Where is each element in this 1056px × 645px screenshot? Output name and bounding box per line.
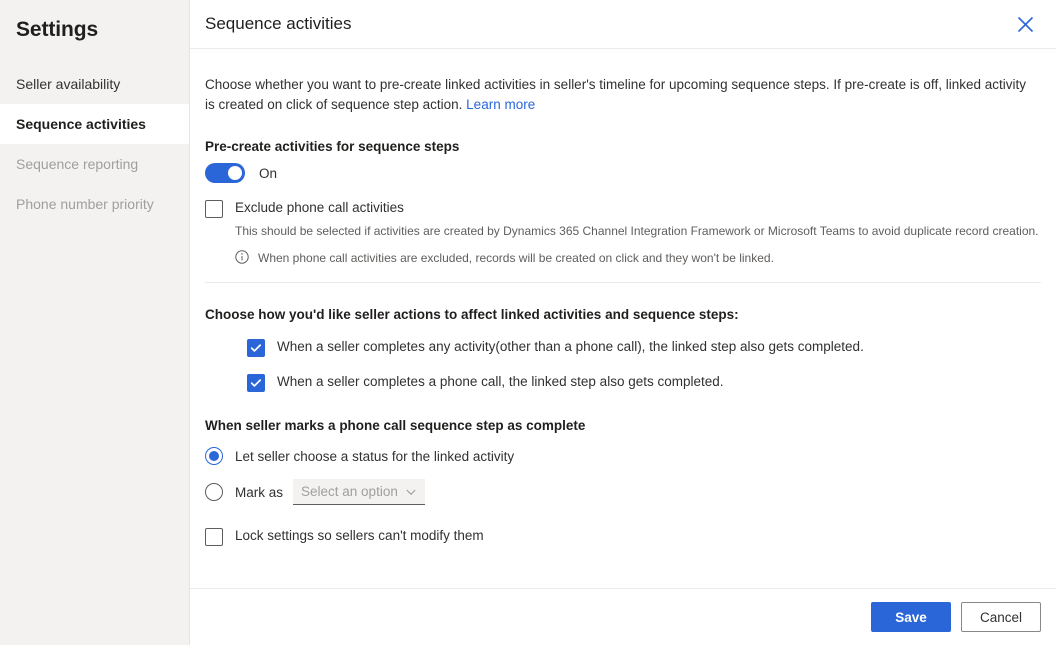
exclude-phone-call-checkbox[interactable] xyxy=(205,200,223,218)
precreate-toggle-row: On xyxy=(205,163,1041,183)
chevron-down-icon xyxy=(406,489,416,495)
panel-description-text: Choose whether you want to pre-create li… xyxy=(205,77,1026,112)
radio-let-seller-choose-label: Let seller choose a status for the linke… xyxy=(235,448,515,464)
checkmark-icon xyxy=(250,344,262,352)
page-title: Sequence activities xyxy=(205,14,352,33)
close-button[interactable] xyxy=(1009,8,1041,40)
seller-action-any-activity-checkbox[interactable] xyxy=(247,339,265,357)
sidebar-item-sequence-activities[interactable]: Sequence activities xyxy=(0,104,189,144)
exclude-phone-call-description: This should be selected if activities ar… xyxy=(235,224,1039,238)
phone-complete-mark-as-row: Mark as Select an option xyxy=(205,479,1041,505)
info-icon xyxy=(235,250,249,264)
exclude-phone-call-label: Exclude phone call activities xyxy=(235,200,404,215)
precreate-toggle[interactable] xyxy=(205,163,245,183)
lock-settings-checkbox[interactable] xyxy=(205,528,223,546)
section-divider xyxy=(205,282,1041,283)
panel-description: Choose whether you want to pre-create li… xyxy=(205,75,1031,115)
precreate-label: Pre-create activities for sequence steps xyxy=(205,139,460,154)
settings-main-panel: Sequence activities Choose whether you w… xyxy=(190,0,1056,645)
panel-header: Sequence activities xyxy=(190,0,1056,49)
lock-settings-label: Lock settings so sellers can't modify th… xyxy=(235,528,484,543)
lock-settings-row: Lock settings so sellers can't modify th… xyxy=(205,527,1041,546)
radio-mark-as[interactable] xyxy=(205,483,223,501)
panel-content: Choose whether you want to pre-create li… xyxy=(190,75,1056,546)
seller-actions-heading: Choose how you'd like seller actions to … xyxy=(205,307,739,322)
sidebar-item-label: Phone number priority xyxy=(16,196,154,212)
exclude-phone-call-row: Exclude phone call activities xyxy=(205,199,1041,218)
learn-more-link[interactable]: Learn more xyxy=(466,97,535,112)
seller-action-option-row: When a seller completes a phone call, th… xyxy=(247,373,1041,392)
sidebar-item-label: Seller availability xyxy=(16,76,121,92)
seller-action-option-label: When a seller completes a phone call, th… xyxy=(277,374,724,389)
mark-as-dropdown[interactable]: Select an option xyxy=(293,479,426,505)
seller-action-option-row: When a seller completes any activity(oth… xyxy=(247,338,1041,357)
mark-as-dropdown-value: Select an option xyxy=(301,484,398,499)
save-button[interactable]: Save xyxy=(871,602,951,632)
close-icon xyxy=(1017,16,1033,32)
toggle-knob xyxy=(228,166,242,180)
exclude-info-row: When phone call activities are excluded,… xyxy=(235,250,1041,266)
sidebar-item-seller-availability[interactable]: Seller availability xyxy=(0,64,189,104)
radio-let-seller-choose[interactable] xyxy=(205,447,223,465)
sidebar-item-label: Sequence activities xyxy=(16,116,146,132)
seller-action-phone-call-checkbox[interactable] xyxy=(247,374,265,392)
sidebar-title: Settings xyxy=(16,18,99,41)
checkmark-icon xyxy=(250,379,262,387)
precreate-toggle-state: On xyxy=(259,165,278,181)
phone-complete-let-seller-row: Let seller choose a status for the linke… xyxy=(205,447,1041,465)
sidebar-item-phone-number-priority[interactable]: Phone number priority xyxy=(0,184,189,224)
sidebar-item-label: Sequence reporting xyxy=(16,156,139,172)
dialog-footer: Save Cancel xyxy=(190,588,1056,645)
settings-sidebar: Settings Seller availability Sequence ac… xyxy=(0,0,190,645)
phone-complete-heading: When seller marks a phone call sequence … xyxy=(205,418,586,433)
settings-dialog: Settings Seller availability Sequence ac… xyxy=(0,0,1056,645)
sidebar-nav-list: Seller availability Sequence activities … xyxy=(0,64,189,224)
sidebar-item-sequence-reporting[interactable]: Sequence reporting xyxy=(0,144,189,184)
exclude-info-text: When phone call activities are excluded,… xyxy=(258,251,774,265)
radio-mark-as-label: Mark as xyxy=(235,484,284,500)
cancel-button[interactable]: Cancel xyxy=(961,602,1041,632)
seller-action-option-label: When a seller completes any activity(oth… xyxy=(277,339,864,354)
